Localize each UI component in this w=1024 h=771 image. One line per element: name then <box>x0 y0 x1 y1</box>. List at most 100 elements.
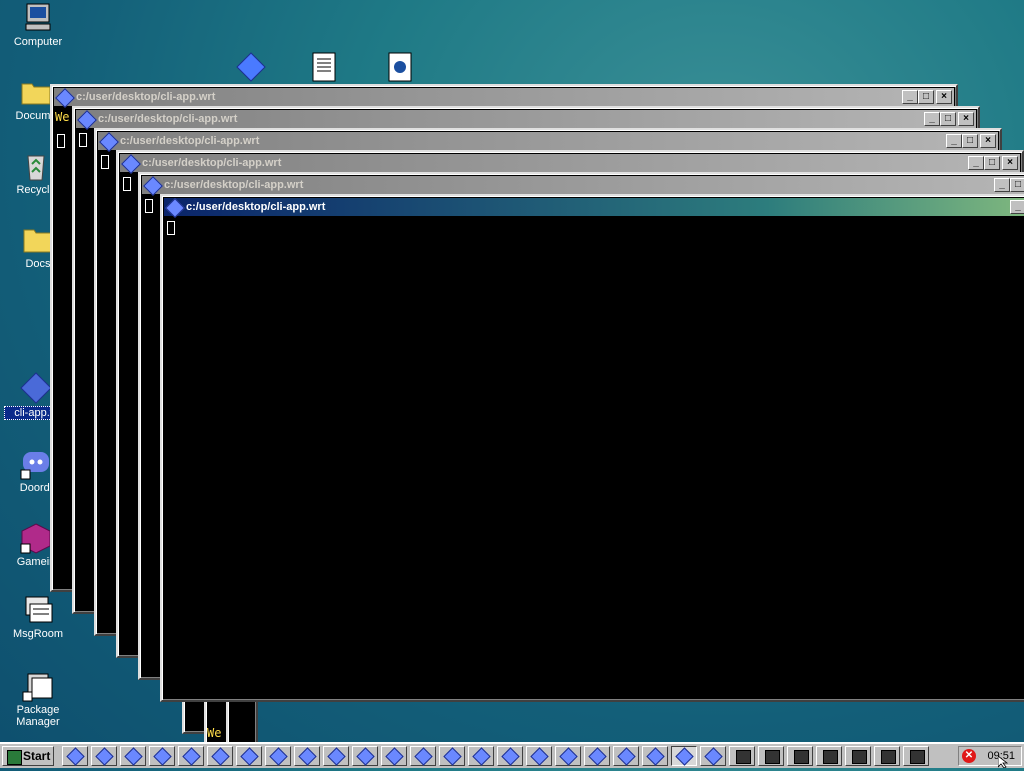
close-button[interactable]: × <box>1002 156 1018 170</box>
window-titlebar[interactable]: c:/user/desktop/cli-app.wrt _ □ × <box>54 88 954 108</box>
terminal-icon <box>823 750 838 764</box>
maximize-button[interactable]: □ <box>962 134 978 148</box>
taskbar-task-button[interactable] <box>555 746 581 766</box>
diamond-app-icon <box>617 747 636 766</box>
minimize-button[interactable]: _ <box>968 156 984 170</box>
window-title: c:/user/desktop/cli-app.wrt <box>164 179 304 191</box>
taskbar-task-button[interactable] <box>642 746 668 766</box>
taskbar-task-button[interactable] <box>236 746 262 766</box>
taskbar-task-button[interactable] <box>62 746 88 766</box>
window-titlebar[interactable]: c:/user/desktop/cli-app.wrt _ <box>164 198 1024 218</box>
taskbar-task-button[interactable] <box>265 746 291 766</box>
computer-icon <box>22 2 54 34</box>
diamond-app-icon <box>414 747 433 766</box>
taskbar: Start ✕ 09:51 <box>0 742 1024 768</box>
start-button[interactable]: Start <box>2 746 54 766</box>
window-title: c:/user/desktop/cli-app.wrt <box>76 91 216 103</box>
maximize-button[interactable]: □ <box>984 156 1000 170</box>
minimize-button[interactable]: _ <box>994 178 1010 192</box>
terminal-icon <box>881 750 896 764</box>
desktop-icon-msgroom[interactable]: MsgRoom <box>6 594 70 640</box>
recycle-bin-icon <box>20 150 52 182</box>
taskbar-task-button[interactable] <box>613 746 639 766</box>
taskbar-task-button[interactable] <box>903 746 929 766</box>
taskbar-task-button[interactable] <box>381 746 407 766</box>
window-titlebar[interactable]: c:/user/desktop/cli-app.wrt _ □ × <box>76 110 976 130</box>
window-titlebar[interactable]: c:/user/desktop/cli-app.wrt _ □ <box>142 176 1024 196</box>
taskbar-task-button[interactable] <box>178 746 204 766</box>
maximize-button[interactable]: □ <box>918 90 934 104</box>
maximize-button[interactable]: □ <box>940 112 956 126</box>
taskbar-task-button[interactable] <box>787 746 813 766</box>
text-cursor <box>57 134 65 148</box>
terminal-icon <box>736 750 751 764</box>
text-cursor <box>145 199 153 213</box>
error-icon[interactable]: ✕ <box>962 749 976 763</box>
taskbar-task-button[interactable] <box>352 746 378 766</box>
desktop-icon-package-manager[interactable]: Package Manager <box>6 670 70 728</box>
taskbar-task-button[interactable] <box>120 746 146 766</box>
web-document-icon[interactable] <box>386 52 414 82</box>
diamond-app-icon <box>55 88 75 108</box>
diamond-app-icon <box>501 747 520 766</box>
diamond-app-icon <box>124 747 143 766</box>
taskbar-task-button[interactable] <box>758 746 784 766</box>
diamond-app-icon <box>99 132 119 152</box>
diamond-app-icon <box>356 747 375 766</box>
taskbar-task-button[interactable] <box>671 746 697 766</box>
close-button[interactable]: × <box>958 112 974 126</box>
taskbar-task-button[interactable] <box>91 746 117 766</box>
taskbar-task-button[interactable] <box>207 746 233 766</box>
taskbar-task-button[interactable] <box>410 746 436 766</box>
start-logo-icon <box>7 750 22 765</box>
text-cursor <box>123 177 131 191</box>
taskbar-task-button[interactable] <box>700 746 726 766</box>
close-button[interactable]: × <box>980 134 996 148</box>
text-document-icon[interactable] <box>310 52 338 82</box>
window-titlebar[interactable]: c:/user/desktop/cli-app.wrt _ □ × <box>98 132 998 152</box>
diamond-app-icon <box>121 154 141 174</box>
diamond-app-icon <box>385 747 404 766</box>
taskbar-task-button[interactable] <box>468 746 494 766</box>
diamond-app-icon <box>646 747 665 766</box>
taskbar-task-button[interactable] <box>526 746 552 766</box>
start-label: Start <box>23 749 51 763</box>
maximize-button[interactable]: □ <box>1010 178 1024 192</box>
taskbar-task-button[interactable] <box>439 746 465 766</box>
diamond-app-icon <box>559 747 578 766</box>
taskbar-task-button[interactable] <box>294 746 320 766</box>
taskbar-task-button[interactable] <box>729 746 755 766</box>
diamond-app-icon[interactable] <box>236 52 266 82</box>
desktop-icon-label: MsgRoom <box>12 628 64 640</box>
taskbar-task-button[interactable] <box>874 746 900 766</box>
desktop-icon-computer[interactable]: Computer <box>6 2 70 48</box>
folder-icon <box>20 76 52 108</box>
taskbar-task-button[interactable] <box>323 746 349 766</box>
text-cursor <box>79 133 87 147</box>
terminal-content[interactable] <box>164 218 1024 698</box>
diamond-app-icon <box>298 747 317 766</box>
system-tray: ✕ 09:51 <box>958 746 1022 766</box>
window-title: c:/user/desktop/cli-app.wrt <box>142 157 282 169</box>
diamond-app-icon <box>327 747 346 766</box>
diamond-app-icon <box>153 747 172 766</box>
cube-shortcut-icon <box>20 522 52 554</box>
taskbar-task-button[interactable] <box>816 746 842 766</box>
welcome-text: We <box>207 726 222 740</box>
diamond-app-icon <box>269 747 288 766</box>
terminal-icon <box>910 750 925 764</box>
minimize-button[interactable]: _ <box>902 90 918 104</box>
close-button[interactable]: × <box>936 90 952 104</box>
minimize-button[interactable]: _ <box>1010 200 1024 214</box>
taskbar-task-button[interactable] <box>845 746 871 766</box>
package-icon <box>22 670 54 702</box>
window-title: c:/user/desktop/cli-app.wrt <box>186 201 326 213</box>
taskbar-task-button[interactable] <box>497 746 523 766</box>
taskbar-task-button[interactable] <box>584 746 610 766</box>
terminal-window-active[interactable]: c:/user/desktop/cli-app.wrt _ <box>160 194 1024 702</box>
desktop-icon-label: Computer <box>13 36 63 48</box>
minimize-button[interactable]: _ <box>946 134 962 148</box>
minimize-button[interactable]: _ <box>924 112 940 126</box>
taskbar-task-button[interactable] <box>149 746 175 766</box>
window-titlebar[interactable]: c:/user/desktop/cli-app.wrt _ □ × <box>120 154 1020 174</box>
